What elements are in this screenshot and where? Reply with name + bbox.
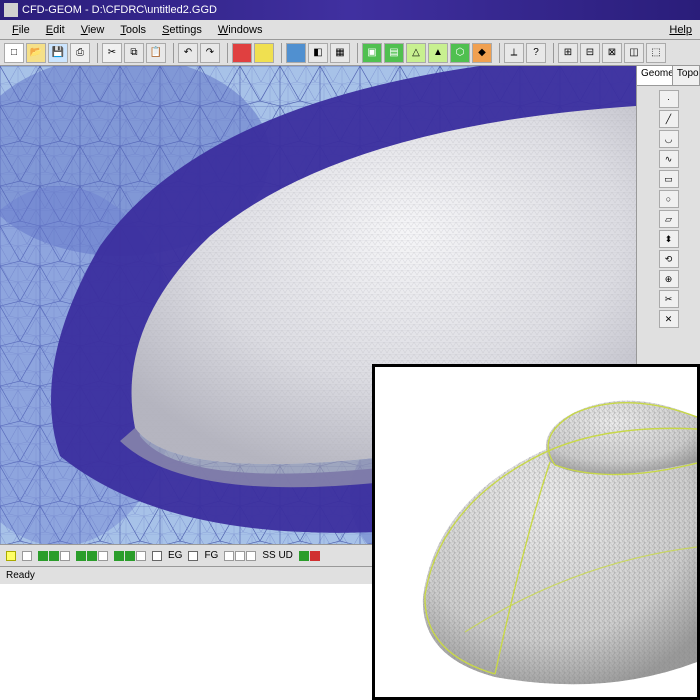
tool-button[interactable]: △ xyxy=(406,43,426,63)
print-button[interactable]: ⎙ xyxy=(70,43,90,63)
view-button[interactable]: ⊟ xyxy=(580,43,600,63)
led-icon xyxy=(246,551,256,561)
label-fg: FG xyxy=(204,550,218,561)
led-icon xyxy=(76,551,86,561)
revolve-tool[interactable]: ⟲ xyxy=(659,250,679,268)
toolbar: □ 📂 💾 ⎙ ✂ ⧉ 📋 ↶ ↷ ◧ ▦ ▣ ▤ △ ▲ ⬡ ◆ ⟂ ? ⊞ … xyxy=(0,40,700,66)
tab-topology[interactable]: Topolo xyxy=(673,66,700,85)
tool-button[interactable]: ◧ xyxy=(308,43,328,63)
point-tool[interactable]: · xyxy=(659,90,679,108)
copy-button[interactable]: ⧉ xyxy=(124,43,144,63)
tool-button[interactable] xyxy=(232,43,252,63)
led-icon xyxy=(49,551,59,561)
led-icon xyxy=(98,551,108,561)
tool-button[interactable] xyxy=(254,43,274,63)
checkbox[interactable] xyxy=(188,551,198,561)
window-title: CFD-GEOM - D:\CFDRC\untitled2.GGD xyxy=(22,4,217,16)
led-icon xyxy=(125,551,135,561)
menu-file[interactable]: FFileile xyxy=(4,22,38,38)
help-button[interactable]: ? xyxy=(526,43,546,63)
led-icon xyxy=(224,551,234,561)
led-icon xyxy=(136,551,146,561)
status-text: Ready xyxy=(6,570,35,581)
led-group xyxy=(299,551,320,561)
led-icon xyxy=(310,551,320,561)
redo-button[interactable]: ↷ xyxy=(200,43,220,63)
toolbar-sep xyxy=(224,43,228,63)
undo-button[interactable]: ↶ xyxy=(178,43,198,63)
boolean-tool[interactable]: ⊕ xyxy=(659,270,679,288)
tab-geometry[interactable]: Geometry xyxy=(637,66,673,85)
led-icon xyxy=(38,551,48,561)
menu-help[interactable]: Help xyxy=(669,24,696,36)
view-button[interactable]: ⬚ xyxy=(646,43,666,63)
inset-view xyxy=(372,364,700,700)
led-group xyxy=(114,551,146,561)
tool-button[interactable]: ▣ xyxy=(362,43,382,63)
toolbar-sep xyxy=(170,43,174,63)
led-group xyxy=(76,551,108,561)
menu-settings[interactable]: Settings xyxy=(154,22,210,38)
menu-view[interactable]: View xyxy=(73,22,113,38)
view-button[interactable]: ◫ xyxy=(624,43,644,63)
toolbar-sep xyxy=(550,43,554,63)
toolbar-sep xyxy=(278,43,282,63)
led-group xyxy=(224,551,256,561)
led-icon xyxy=(114,551,124,561)
indicator-icon xyxy=(6,551,16,561)
arc-tool[interactable]: ◡ xyxy=(659,130,679,148)
open-button[interactable]: 📂 xyxy=(26,43,46,63)
paste-button[interactable]: 📋 xyxy=(146,43,166,63)
toolbar-sep xyxy=(94,43,98,63)
tool-button[interactable]: ⬡ xyxy=(450,43,470,63)
tool-palette: · ╱ ◡ ∿ ▭ ○ ▱ ⬍ ⟲ ⊕ ✂ ✕ xyxy=(637,86,700,332)
extrude-tool[interactable]: ⬍ xyxy=(659,230,679,248)
led-icon xyxy=(60,551,70,561)
menu-windows[interactable]: Windows xyxy=(210,22,271,38)
led-icon xyxy=(87,551,97,561)
menu-tools[interactable]: Tools xyxy=(112,22,154,38)
circle-tool[interactable]: ○ xyxy=(659,190,679,208)
app-icon xyxy=(4,3,18,17)
cut-button[interactable]: ✂ xyxy=(102,43,122,63)
checkbox[interactable] xyxy=(152,551,162,561)
led-icon xyxy=(299,551,309,561)
surface-tool[interactable]: ▱ xyxy=(659,210,679,228)
measure-button[interactable]: ⟂ xyxy=(504,43,524,63)
led-group xyxy=(38,551,70,561)
title-bar: CFD-GEOM - D:\CFDRC\untitled2.GGD xyxy=(0,0,700,20)
toolbar-sep xyxy=(354,43,358,63)
menu-bar: FFileile Edit View Tools Settings Window… xyxy=(0,20,700,40)
tool-button[interactable]: ▲ xyxy=(428,43,448,63)
view-button[interactable]: ⊞ xyxy=(558,43,578,63)
indicator-icon xyxy=(22,551,32,561)
led-icon xyxy=(235,551,245,561)
tool-button[interactable]: ◆ xyxy=(472,43,492,63)
toolbar-sep xyxy=(496,43,500,63)
panel-tabs: Geometry Topolo xyxy=(637,66,700,86)
rect-tool[interactable]: ▭ xyxy=(659,170,679,188)
trim-tool[interactable]: ✂ xyxy=(659,290,679,308)
label-ssud: SS UD xyxy=(262,550,293,561)
save-button[interactable]: 💾 xyxy=(48,43,68,63)
tool-button[interactable] xyxy=(286,43,306,63)
delete-tool[interactable]: ✕ xyxy=(659,310,679,328)
menu-edit[interactable]: Edit xyxy=(38,22,73,38)
line-tool[interactable]: ╱ xyxy=(659,110,679,128)
label-eg: EG xyxy=(168,550,182,561)
view-button[interactable]: ⊠ xyxy=(602,43,622,63)
tool-button[interactable]: ▦ xyxy=(330,43,350,63)
new-button[interactable]: □ xyxy=(4,43,24,63)
curve-tool[interactable]: ∿ xyxy=(659,150,679,168)
tool-button[interactable]: ▤ xyxy=(384,43,404,63)
